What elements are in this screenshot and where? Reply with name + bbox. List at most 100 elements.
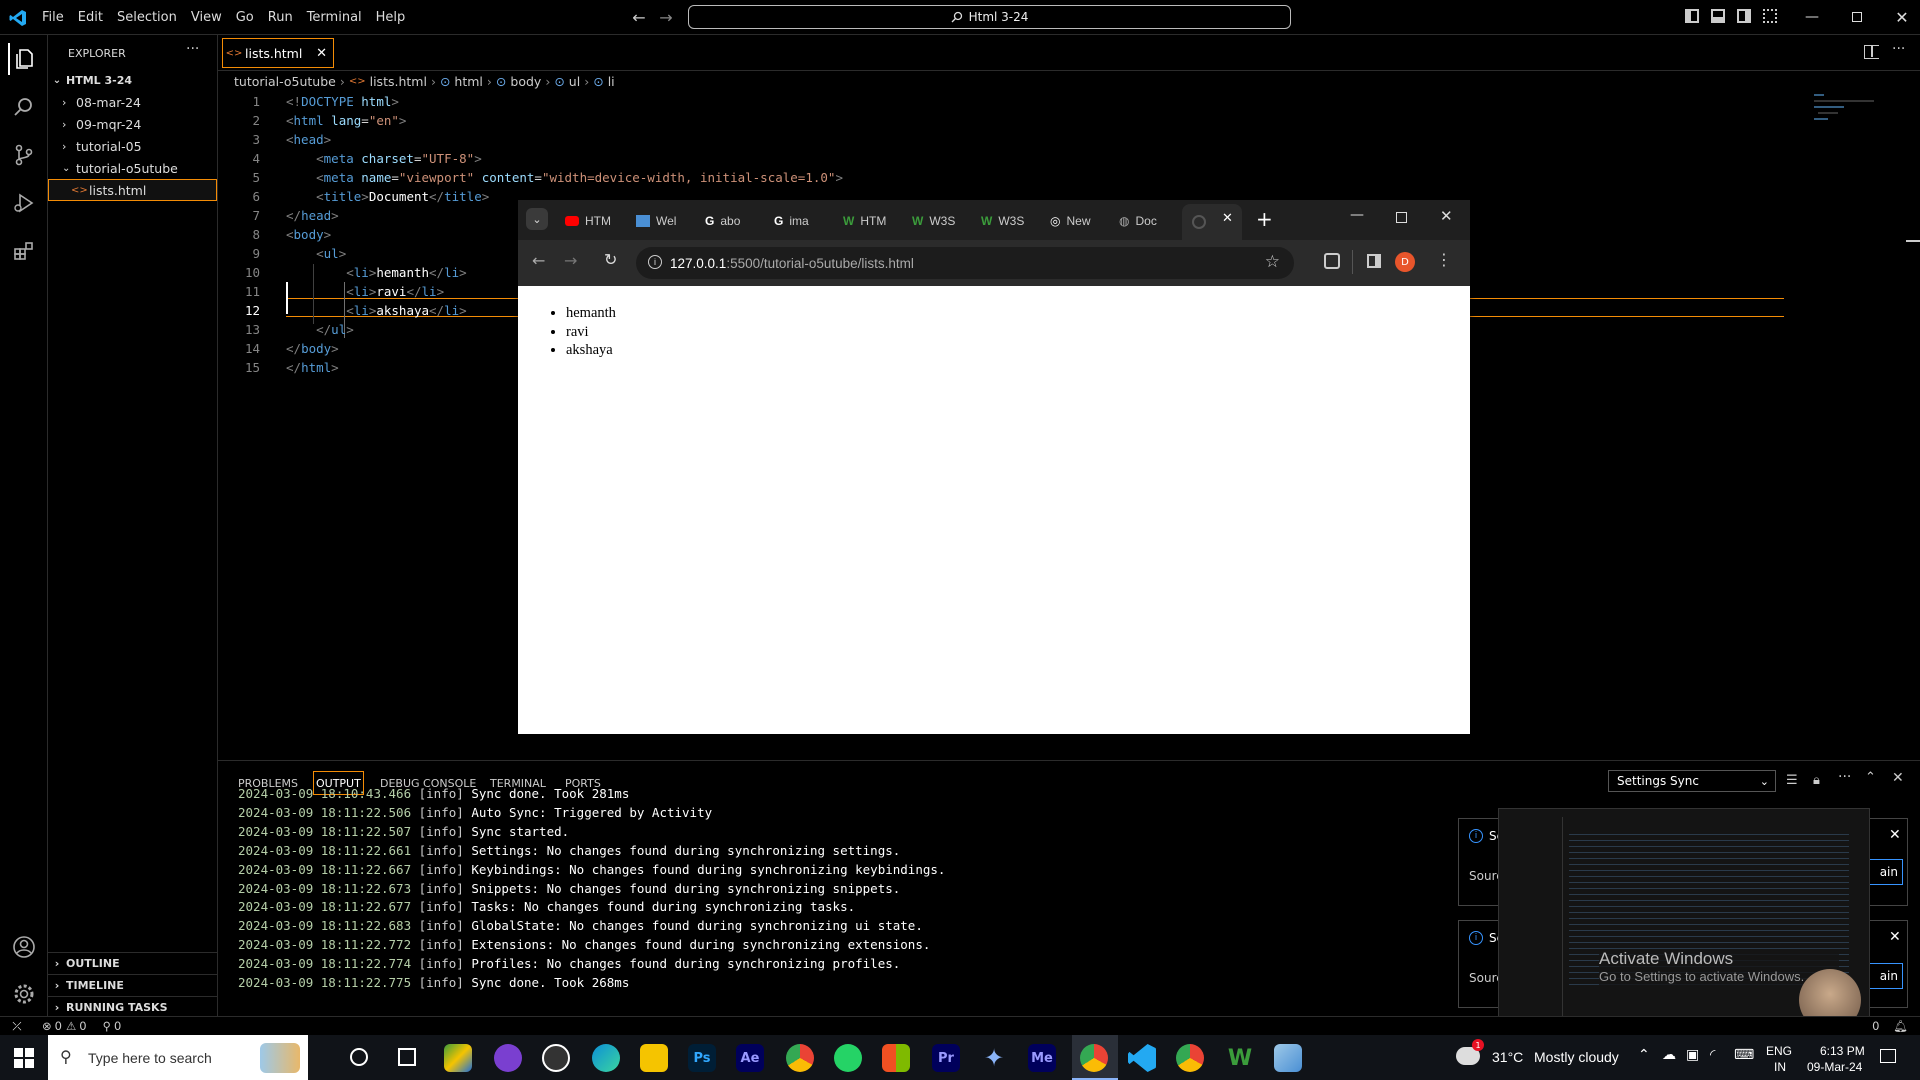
tree-folder-08-mar-24[interactable]: › 08-mar-24 [48, 91, 217, 113]
menu-file[interactable]: File [35, 10, 71, 25]
onedrive-icon[interactable]: ☁ [1662, 1047, 1676, 1063]
menu-view[interactable]: View [184, 10, 229, 25]
breadcrumb-file[interactable]: lists.html [370, 74, 427, 89]
forward-arrow-icon[interactable]: → [564, 251, 577, 270]
weather-desc[interactable]: Mostly cloudy [1534, 1049, 1619, 1065]
minimize-icon[interactable]: — [1800, 5, 1824, 29]
new-tab-icon[interactable]: + [1256, 207, 1273, 231]
reload-icon[interactable]: ↻ [604, 250, 617, 269]
browser-menu-icon[interactable]: ⋮ [1436, 250, 1452, 269]
remote-icon[interactable]: ⤫ [0, 1019, 34, 1034]
side-panel-icon[interactable] [1367, 254, 1381, 268]
toggle-secondary-sidebar-icon[interactable] [1737, 9, 1751, 23]
close-panel-icon[interactable]: ✕ [1892, 770, 1904, 786]
premiere-icon[interactable]: Pr [932, 1044, 960, 1072]
notepad-icon[interactable] [1274, 1044, 1302, 1072]
photoshop-icon[interactable]: Ps [688, 1044, 716, 1072]
menu-selection[interactable]: Selection [110, 10, 184, 25]
input-region[interactable]: IN [1774, 1060, 1786, 1074]
vscode-icon[interactable] [1128, 1044, 1156, 1072]
back-arrow-icon[interactable]: ← [532, 251, 545, 270]
section-outline[interactable]: › OUTLINE [48, 952, 217, 974]
edge-icon[interactable] [592, 1044, 620, 1072]
browser-tab[interactable]: Gabo [705, 208, 740, 234]
lock-icon[interactable]: 🔒︎ [1813, 773, 1820, 788]
device-icon[interactable]: ▣ [1686, 1047, 1699, 1063]
taskbar-app-icon[interactable] [494, 1044, 522, 1072]
taskbar-search-box[interactable]: ⚲ Type here to search [48, 1035, 308, 1080]
tree-file-lists-html[interactable]: <> lists.html [48, 179, 217, 201]
profile-avatar[interactable]: D [1395, 252, 1415, 272]
back-arrow-icon[interactable]: ← [630, 8, 648, 27]
bell-icon[interactable]: 🔔︎ [1893, 1019, 1908, 1033]
active-browser-tab[interactable]: ✕ [1182, 204, 1242, 240]
notification-center-icon[interactable] [1880, 1049, 1896, 1063]
restore-icon[interactable] [1845, 5, 1869, 29]
maximize-panel-icon[interactable]: ⌃ [1865, 770, 1876, 785]
window-thumbnail-preview[interactable]: Activate Windows Go to Settings to activ… [1498, 808, 1870, 1031]
browser-tab[interactable]: Gima [774, 208, 809, 234]
close-icon[interactable]: ✕ [1889, 827, 1901, 843]
minimize-icon[interactable]: — [1350, 207, 1364, 223]
status-right-count[interactable]: 0 [1872, 1019, 1879, 1033]
settings-gear-icon[interactable] [8, 978, 40, 1010]
cortana-icon[interactable] [350, 1048, 368, 1066]
clock-date[interactable]: 09-Mar-24 [1807, 1060, 1862, 1074]
office-icon[interactable] [882, 1044, 910, 1072]
media-encoder-icon[interactable]: Me [1028, 1044, 1056, 1072]
breadcrumb-html[interactable]: html [454, 74, 482, 89]
w3schools-icon[interactable]: W [1226, 1044, 1254, 1072]
chrome-icon[interactable] [786, 1044, 814, 1072]
task-view-icon[interactable] [398, 1048, 416, 1066]
browser-tab[interactable]: HTM [565, 208, 611, 234]
after-effects-icon[interactable]: Ae [736, 1044, 764, 1072]
chrome-icon[interactable] [1080, 1044, 1108, 1072]
section-running-tasks[interactable]: › RUNNING TASKS [48, 996, 217, 1018]
account-icon[interactable] [8, 931, 40, 963]
clock-time[interactable]: 6:13 PM [1820, 1044, 1865, 1058]
tree-folder-tutorial-05[interactable]: › tutorial-05 [48, 135, 217, 157]
keyboard-icon[interactable]: ⌨ [1734, 1047, 1754, 1063]
customize-layout-icon[interactable] [1763, 9, 1777, 23]
tab-lists-html[interactable]: <> lists.html ✕ [222, 38, 334, 68]
split-editor-icon[interactable] [1864, 45, 1879, 59]
forward-arrow-icon[interactable]: → [657, 8, 675, 27]
minimap[interactable] [1794, 92, 1894, 152]
tree-folder-tutorial-o5utube[interactable]: ⌄ tutorial-o5utube [48, 157, 217, 179]
extensions-icon[interactable] [1324, 253, 1340, 269]
close-tab-icon[interactable]: ✕ [316, 46, 327, 61]
section-timeline[interactable]: › TIMELINE [48, 974, 217, 996]
workspace-root[interactable]: ⌄ HTML 3-24 [48, 69, 217, 91]
command-center[interactable]: Html 3-24 [688, 5, 1291, 29]
ports-count[interactable]: 0 [114, 1019, 121, 1033]
wifi-icon[interactable]: ◜ [1710, 1047, 1715, 1063]
media-player-icon[interactable] [542, 1044, 570, 1072]
taskbar-app-icon[interactable] [444, 1044, 472, 1072]
extensions-icon[interactable] [8, 235, 40, 267]
explorer-icon[interactable] [8, 43, 40, 75]
word-wrap-icon[interactable]: ☰ [1786, 773, 1798, 788]
browser-tab[interactable]: ◍ Doc [1119, 208, 1157, 234]
menu-go[interactable]: Go [229, 10, 261, 25]
more-actions-icon[interactable]: ··· [186, 41, 199, 57]
windows-start-icon[interactable] [14, 1048, 34, 1068]
chevron-up-icon[interactable]: ⌃ [1638, 1047, 1650, 1063]
warning-count[interactable]: 0 [79, 1019, 86, 1033]
breadcrumb-folder[interactable]: tutorial-o5utube [234, 74, 336, 89]
file-explorer-icon[interactable] [640, 1044, 668, 1072]
breadcrumb-body[interactable]: body [510, 74, 541, 89]
browser-tab[interactable]: ◎ New [1050, 208, 1091, 234]
browser-tab[interactable]: W W3S [912, 208, 955, 234]
error-count[interactable]: 0 [55, 1019, 62, 1033]
browser-tab[interactable]: W W3S [981, 208, 1024, 234]
search-icon[interactable] [8, 91, 40, 123]
run-debug-icon[interactable] [8, 187, 40, 219]
site-info-icon[interactable]: i [648, 255, 662, 269]
bookmark-star-icon[interactable]: ☆ [1265, 252, 1280, 272]
close-icon[interactable]: ✕ [1440, 207, 1453, 225]
more-actions-icon[interactable]: ··· [1892, 41, 1905, 57]
chrome-icon[interactable] [1176, 1044, 1204, 1072]
toggle-panel-icon[interactable] [1711, 9, 1725, 23]
breadcrumb-li[interactable]: li [608, 74, 615, 89]
browser-tab[interactable]: Wel [636, 208, 676, 234]
